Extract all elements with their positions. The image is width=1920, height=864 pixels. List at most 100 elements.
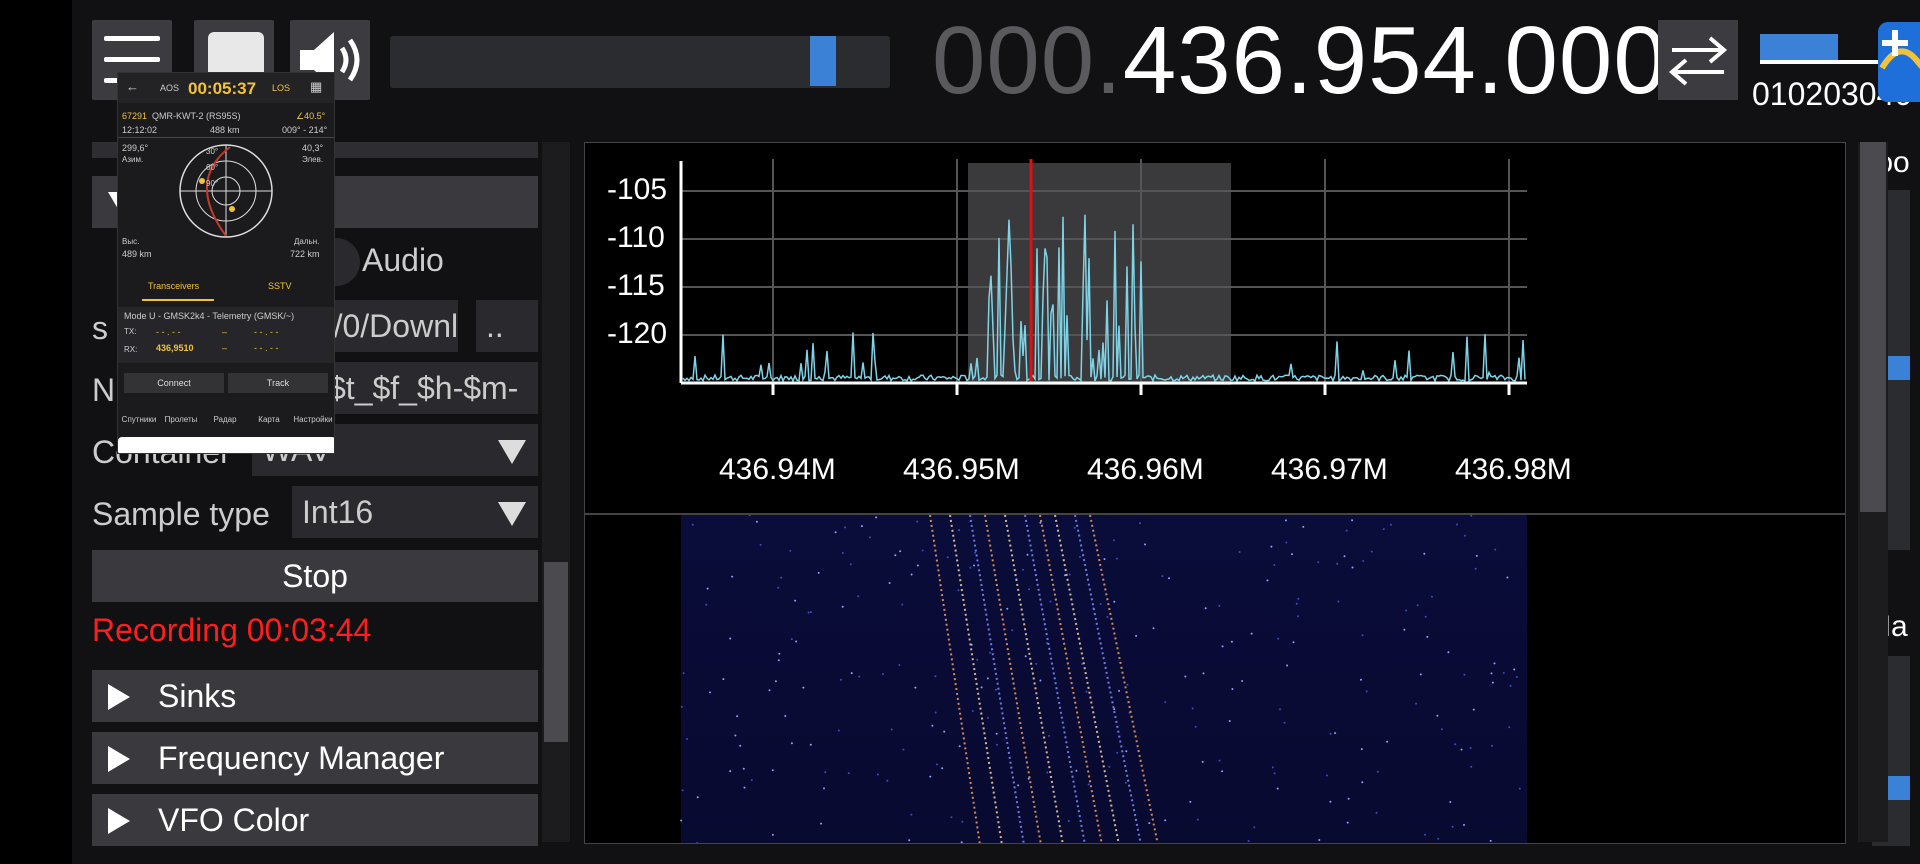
range-label: Дальн.	[294, 237, 320, 246]
azimuth-label: Азим.	[122, 155, 144, 164]
tx-value-alt: - - . - -	[254, 327, 279, 337]
calendar-icon[interactable]: ▦	[310, 79, 322, 95]
waterfall-image	[680, 515, 1527, 843]
sky-ring-label: 90°	[206, 179, 219, 188]
frequency-display[interactable]: 000.436.954.000	[932, 6, 1668, 116]
fft-spectrum-plot[interactable]: -105 -110 -115 -120 436.94M 436.95M 436.…	[584, 142, 1846, 514]
right-panel-scrollbar-thumb[interactable]	[1860, 142, 1886, 512]
volume-slider-knob[interactable]	[810, 36, 836, 86]
menu-section-label: Frequency Manager	[158, 740, 445, 776]
mode-line: Mode U - GMSK2k4 - Telemetry (GMSK/~)	[124, 311, 295, 321]
tracker-header: ← AOS 00:05:37 LOS ▦	[118, 73, 334, 103]
stop-recording-button[interactable]: Stop	[92, 550, 538, 602]
menu-section-label: Sinks	[158, 678, 237, 714]
tx-dash: –	[222, 327, 228, 337]
expand-triangle-icon	[108, 684, 130, 710]
snr-meter-bar	[1760, 34, 1838, 60]
altitude-label: Выс.	[122, 237, 140, 246]
nav-satellites[interactable]: Спутники	[118, 415, 160, 424]
tx-label: TX:	[124, 327, 137, 336]
swap-arrows-icon	[1668, 36, 1728, 86]
divider	[118, 137, 334, 138]
tab-transceivers[interactable]: Transceivers	[148, 281, 199, 291]
sat-name: QMR-KWT-2 (RS95S)	[152, 111, 241, 121]
db-tick-label: -110	[607, 221, 665, 254]
waterfall-background	[681, 515, 1527, 843]
db-tick-label: -120	[607, 317, 668, 350]
recording-status: Recording 00:03:44	[92, 612, 372, 648]
aos-label: AOS	[160, 83, 180, 93]
menu-section-sinks[interactable]: Sinks	[92, 670, 538, 722]
sky-ring-label: 30°	[206, 147, 219, 156]
elevation-label: Элев.	[302, 155, 324, 164]
aos-countdown: 00:05:37	[188, 79, 257, 98]
range-value: 722 km	[290, 249, 320, 259]
elevation-value: 40,3°	[302, 143, 324, 153]
hamburger-menu-icon	[104, 36, 160, 41]
freq-tick-label: 436.94M	[719, 453, 836, 486]
freq-tick-label: 436.97M	[1271, 453, 1388, 486]
sat-max-elevation: ∠40.5°	[296, 111, 326, 121]
freq-tick-label: 436.95M	[903, 453, 1020, 486]
nav-passes[interactable]: Пролеты	[160, 415, 202, 424]
left-panel-scrollbar[interactable]	[542, 142, 570, 842]
db-tick-label: -115	[607, 269, 665, 302]
connect-button[interactable]: Connect	[124, 373, 224, 393]
path-browse-label: ..	[486, 308, 504, 344]
track-button[interactable]: Track	[228, 373, 328, 393]
sky-ring-label: 60°	[206, 163, 219, 172]
expand-triangle-icon	[108, 808, 130, 834]
freq-tick-label: 436.98M	[1455, 453, 1572, 486]
db-tick-label: -105	[607, 173, 668, 206]
rx-label: RX:	[124, 345, 138, 354]
frequency-leading-digits[interactable]: 000.	[932, 7, 1123, 114]
menu-section-frequency-manager[interactable]: Frequency Manager	[92, 732, 538, 784]
fft-x-ticks	[771, 383, 1511, 395]
rx-value: 436,9510	[156, 343, 194, 353]
pass-time: 12:12:02	[122, 125, 158, 135]
sample-type-value: Int16	[302, 494, 374, 530]
floating-app-glyph	[1879, 30, 1920, 70]
tracker-tabs: Transceivers SSTV	[118, 273, 334, 301]
right-panel-scrollbar[interactable]	[1858, 142, 1888, 842]
top-toolbar: 000.436.954.000 010203040 50	[72, 0, 1920, 120]
menu-section-vfo-color[interactable]: VFO Color	[92, 794, 538, 846]
path-browse-button[interactable]: ..	[476, 300, 538, 352]
waterfall-display[interactable]	[584, 514, 1846, 844]
path-label: s	[92, 310, 108, 346]
tx-value: - - . - -	[156, 327, 181, 337]
sample-type-select[interactable]: Int16	[292, 486, 538, 538]
nav-settings[interactable]: Настройки	[292, 415, 334, 424]
name-template-value: $t_$f_$h-$m-	[328, 370, 519, 406]
satellite-tracker-popup[interactable]: ← AOS 00:05:37 LOS ▦ 67291 QMR-KWT-2 (RS…	[117, 72, 335, 454]
los-label: LOS	[272, 83, 291, 93]
nav-radar[interactable]: Радар	[204, 415, 246, 424]
expand-triangle-icon	[108, 746, 130, 772]
left-panel-scrollbar-thumb[interactable]	[544, 562, 568, 742]
rx-dash: –	[222, 343, 228, 353]
rx-value-alt: - - . - -	[254, 343, 279, 353]
chevron-down-icon	[498, 440, 526, 464]
floating-app-icon[interactable]	[1878, 22, 1920, 102]
chevron-down-icon	[498, 502, 526, 526]
azimuth-value: 299,6°	[122, 143, 149, 153]
sky-radar-plot	[179, 144, 273, 238]
back-arrow-icon[interactable]: ←	[126, 79, 139, 94]
frequency-digits[interactable]: 436.954.000	[1123, 7, 1668, 114]
hamburger-line	[104, 57, 160, 62]
volume-slider[interactable]	[390, 36, 890, 88]
active-tab-indicator	[142, 299, 214, 301]
tracker-bottom-bar	[118, 437, 334, 453]
audio-label: Audio	[362, 242, 444, 278]
nav-map[interactable]: Карта	[248, 415, 290, 424]
pass-azimuth-range: 009° - 214°	[282, 125, 328, 135]
swap-button[interactable]	[1658, 20, 1738, 100]
sdr-app: 000.436.954.000 010203040 50	[72, 0, 1920, 864]
tab-sstv[interactable]: SSTV	[268, 281, 292, 291]
name-label: N	[92, 372, 116, 408]
sample-type-label: Sample type	[92, 496, 270, 532]
freq-tick-label: 436.96M	[1087, 453, 1204, 486]
menu-section-label: VFO Color	[158, 802, 310, 838]
sat-id: 67291	[122, 111, 148, 121]
pass-distance: 488 km	[210, 125, 240, 135]
